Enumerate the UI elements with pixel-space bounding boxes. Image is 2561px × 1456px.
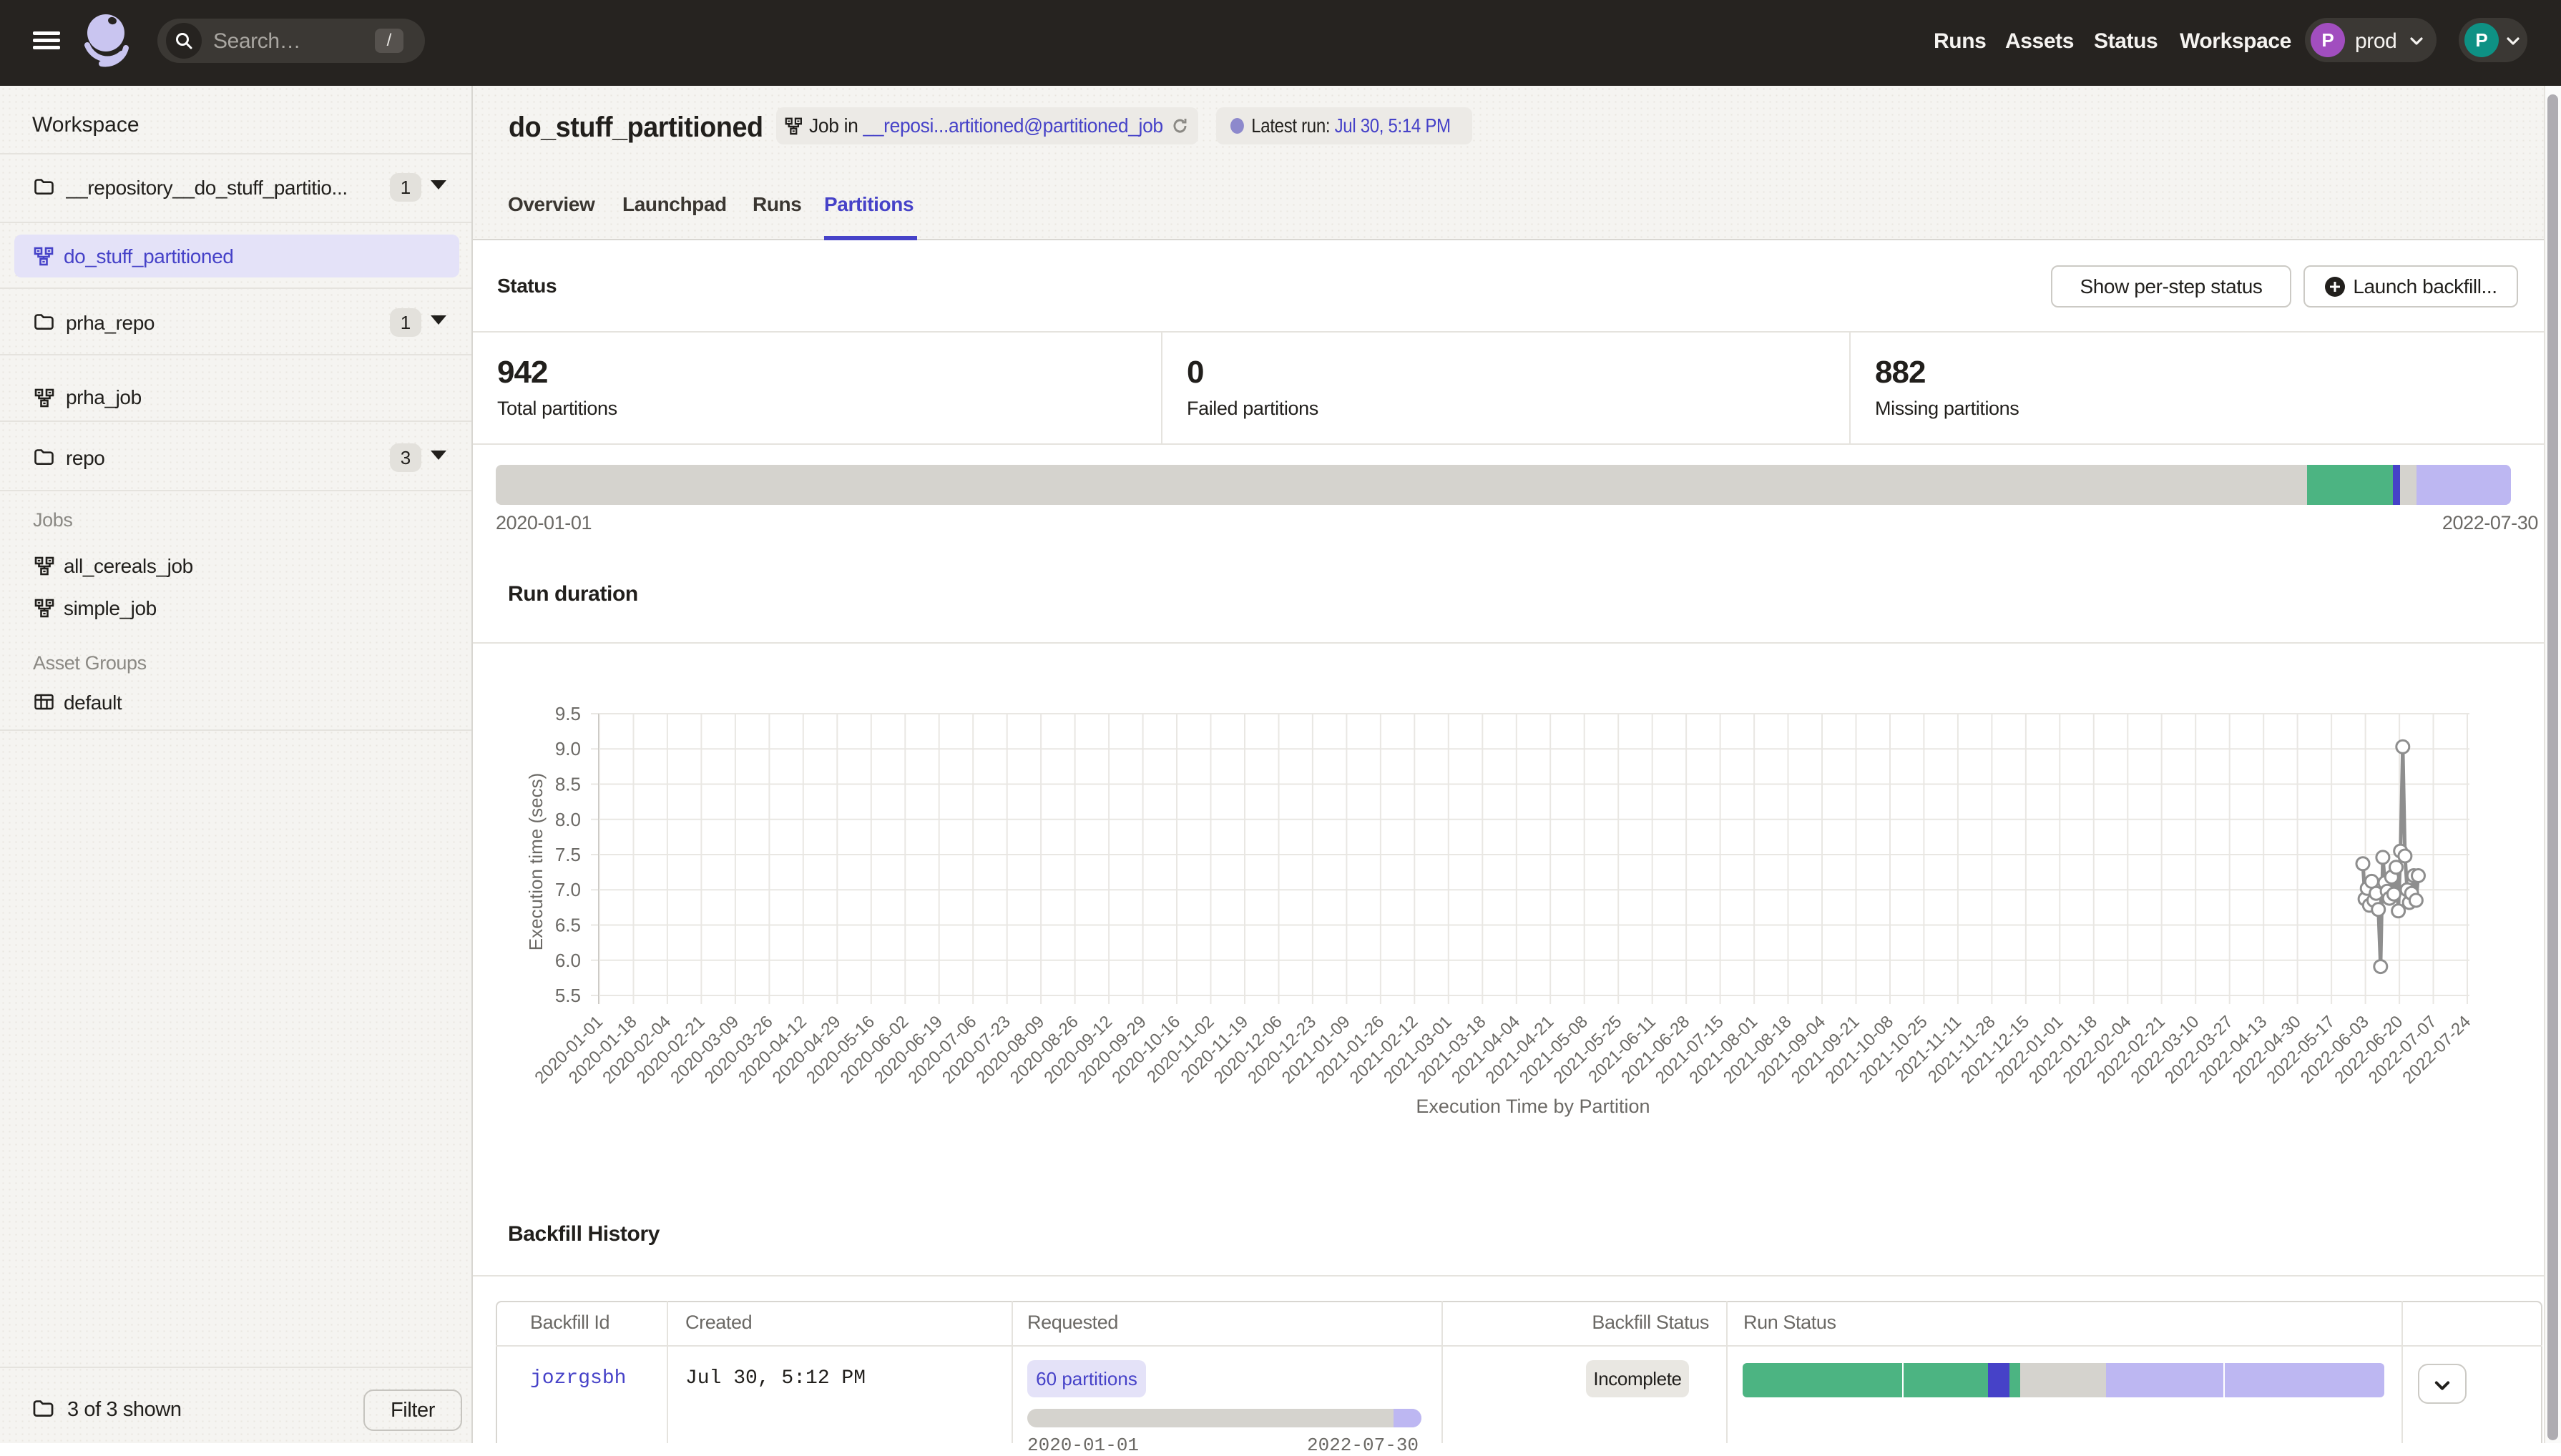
svg-text:7.5: 7.5 <box>555 844 581 865</box>
svg-text:Execution Time by Partition: Execution Time by Partition <box>1416 1096 1650 1117</box>
svg-text:8.0: 8.0 <box>555 809 581 830</box>
svg-text:9.5: 9.5 <box>555 703 581 724</box>
svg-text:5.5: 5.5 <box>555 985 581 1006</box>
svg-text:6.5: 6.5 <box>555 915 581 936</box>
svg-text:6.0: 6.0 <box>555 950 581 971</box>
svg-text:8.5: 8.5 <box>555 774 581 795</box>
svg-text:Execution time (secs): Execution time (secs) <box>525 773 547 951</box>
svg-text:7.0: 7.0 <box>555 879 581 900</box>
svg-text:9.0: 9.0 <box>555 738 581 759</box>
